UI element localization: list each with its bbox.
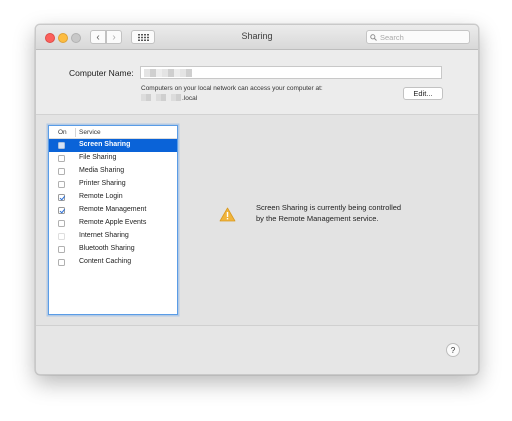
service-checkbox[interactable] (58, 246, 65, 253)
service-checkbox[interactable] (58, 194, 65, 201)
service-label: Internet Sharing (79, 232, 129, 239)
service-label: File Sharing (79, 154, 117, 161)
service-label: Media Sharing (79, 167, 125, 174)
service-row[interactable]: Media Sharing (49, 165, 177, 178)
service-row[interactable]: Remote Apple Events (49, 217, 177, 230)
service-checkbox[interactable] (58, 155, 65, 162)
service-checkbox[interactable] (58, 181, 65, 188)
computer-name-field[interactable] (140, 66, 442, 79)
network-info-text: Computers on your local network can acce… (141, 85, 323, 92)
search-placeholder: Search (380, 32, 404, 42)
service-row[interactable]: Remote Login (49, 191, 177, 204)
service-checkbox[interactable] (58, 168, 65, 175)
status-message: Screen Sharing is currently being contro… (256, 203, 401, 224)
service-checkbox (58, 233, 65, 240)
service-checkbox[interactable] (58, 207, 65, 214)
services-panel: On Service Screen Sharing File Sharing Med… (36, 115, 478, 326)
help-button[interactable]: ? (446, 343, 460, 357)
service-label: Remote Management (79, 206, 147, 213)
column-divider (75, 128, 76, 137)
service-list[interactable]: On Service Screen Sharing File Sharing Med… (48, 125, 178, 315)
service-row[interactable]: Internet Sharing (49, 230, 177, 243)
service-checkbox[interactable] (58, 220, 65, 227)
service-row[interactable]: Bluetooth Sharing (49, 243, 177, 256)
network-address-info: Computers on your local network can acce… (141, 85, 323, 103)
service-checkbox[interactable] (58, 142, 65, 149)
local-suffix: .local (182, 94, 198, 102)
service-label: Content Caching (79, 258, 132, 265)
computer-name-section: Computer Name: Computers on your local n… (36, 50, 478, 115)
network-address: .local (141, 93, 323, 104)
search-field[interactable]: Search (366, 30, 470, 44)
title-bar: ‹ › Sharing Search (36, 25, 478, 50)
service-checkbox[interactable] (58, 259, 65, 266)
service-label: Remote Apple Events (79, 219, 147, 226)
search-icon (370, 33, 377, 41)
status-message-line1: Screen Sharing is currently being contro… (256, 203, 402, 212)
warning-icon (219, 207, 236, 222)
status-message-line2: by the Remote Management service. (256, 213, 379, 223)
edit-button[interactable]: Edit... (403, 87, 443, 100)
service-row[interactable]: Content Caching (49, 256, 177, 269)
service-label: Remote Login (79, 193, 123, 200)
service-row[interactable]: Printer Sharing (49, 178, 177, 191)
service-row[interactable]: Remote Management (49, 204, 177, 217)
column-on-header[interactable]: On (58, 129, 67, 136)
service-list-header: On Service (49, 126, 177, 139)
column-service-header[interactable]: Service (79, 129, 101, 136)
redacted-hostname (141, 93, 182, 101)
service-row[interactable]: Screen Sharing (49, 139, 177, 152)
redacted-computer-name (144, 69, 192, 77)
computer-name-label: Computer Name: (69, 68, 134, 78)
service-label: Screen Sharing (79, 141, 131, 148)
service-row[interactable]: File Sharing (49, 152, 177, 165)
sharing-window: ‹ › Sharing Search Computer Name: Comput… (35, 24, 479, 375)
service-label: Printer Sharing (79, 180, 126, 187)
service-label: Bluetooth Sharing (79, 245, 135, 252)
